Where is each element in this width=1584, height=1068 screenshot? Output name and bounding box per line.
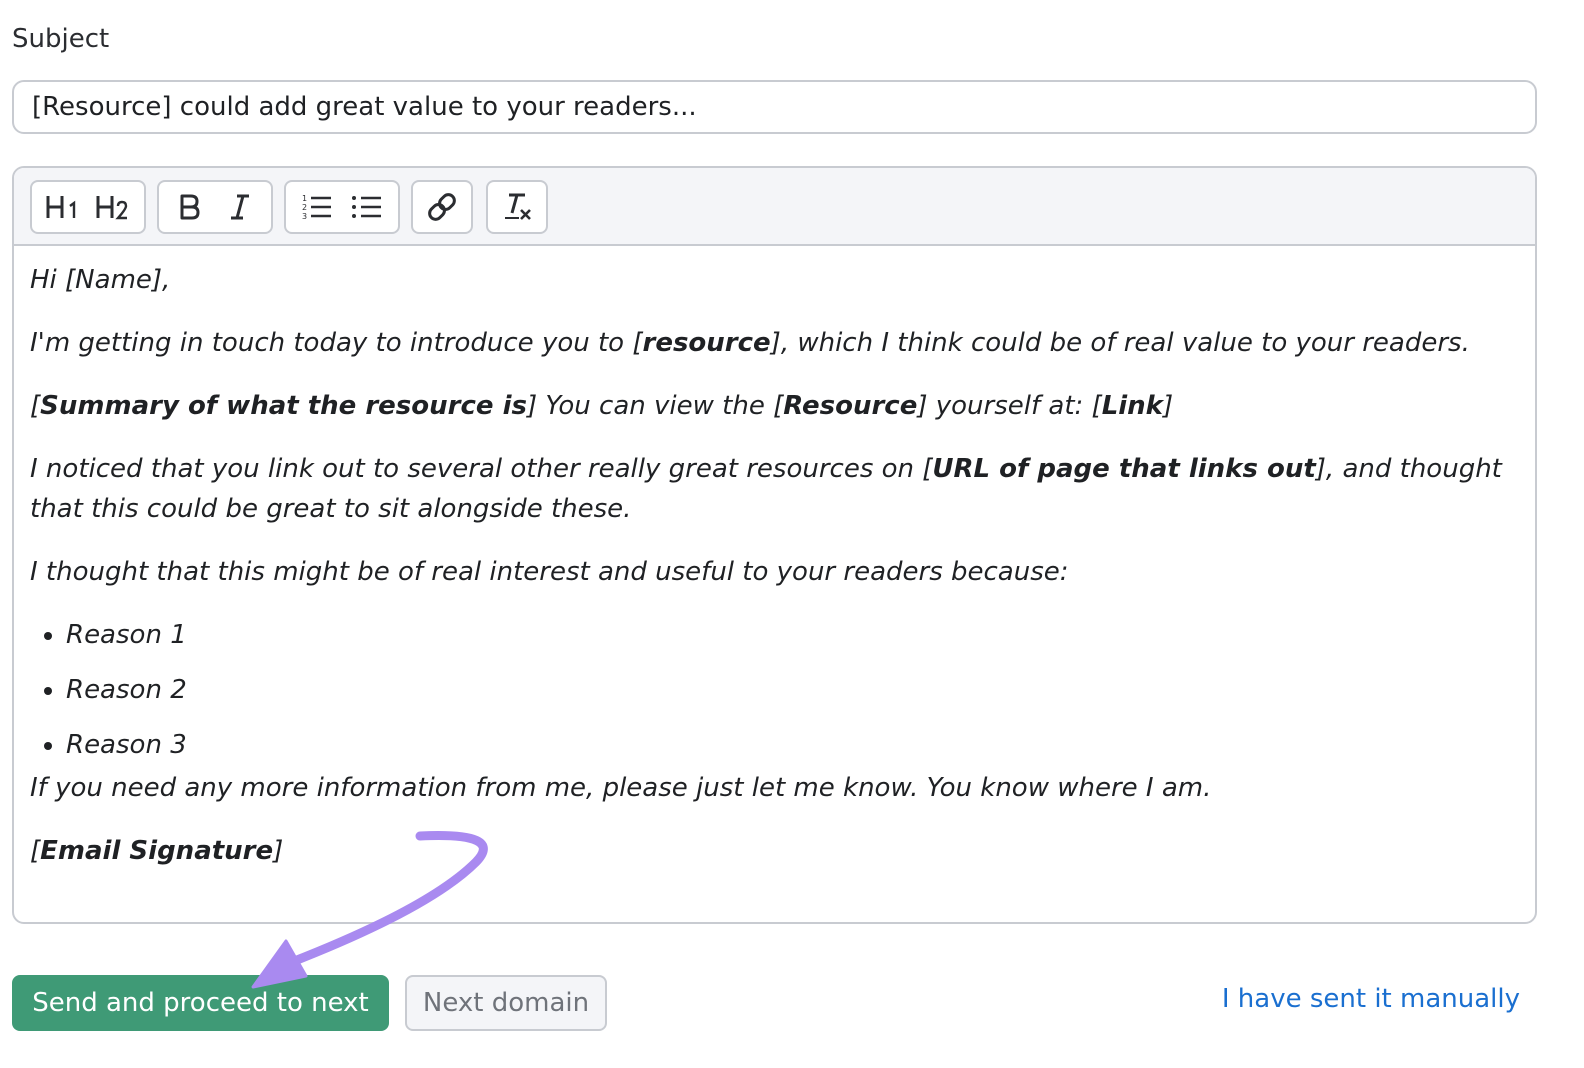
list-tool-group: 1 2 3 bbox=[284, 180, 400, 234]
italic-icon[interactable] bbox=[217, 184, 263, 230]
subject-label: Subject bbox=[12, 24, 110, 54]
svg-text:1: 1 bbox=[302, 194, 307, 203]
summary-paragraph: [Summary of what the resource is] You ca… bbox=[30, 391, 1174, 421]
closing-paragraph: If you need any more information from me… bbox=[30, 773, 1212, 803]
list-item: Reason 3 bbox=[66, 725, 1530, 765]
list-item: Reason 1 bbox=[66, 615, 1530, 655]
bullet-list-icon[interactable] bbox=[344, 184, 390, 230]
ordered-list-icon[interactable]: 1 2 3 bbox=[294, 184, 340, 230]
format-tool-group bbox=[157, 180, 273, 234]
intro-paragraph: I'm getting in touch today to introduce … bbox=[30, 328, 1470, 358]
clear-format-tool-group bbox=[486, 180, 548, 234]
heading-tool-group bbox=[30, 180, 146, 234]
svg-text:2: 2 bbox=[302, 203, 307, 212]
next-domain-button[interactable]: Next domain bbox=[405, 975, 607, 1031]
email-editor: 1 2 3 Hi [Name], I'm getting in touch to… bbox=[12, 166, 1537, 924]
svg-text:3: 3 bbox=[302, 212, 307, 221]
reasons-intro: I thought that this might be of real int… bbox=[30, 557, 1069, 587]
clear-format-icon[interactable] bbox=[494, 184, 540, 230]
list-item: Reason 2 bbox=[66, 670, 1530, 710]
send-and-proceed-button[interactable]: Send and proceed to next bbox=[12, 975, 389, 1031]
email-signature: [Email Signature] bbox=[30, 836, 284, 866]
h2-icon[interactable] bbox=[90, 184, 136, 230]
links-out-paragraph: I noticed that you link out to several o… bbox=[30, 454, 1502, 524]
link-tool-group bbox=[411, 180, 473, 234]
link-icon[interactable] bbox=[419, 184, 465, 230]
sent-manually-link[interactable]: I have sent it manually bbox=[1222, 984, 1520, 1014]
h1-icon[interactable] bbox=[40, 184, 86, 230]
subject-input[interactable] bbox=[12, 80, 1537, 134]
email-outreach-form: Subject [Resource] could add great value… bbox=[0, 0, 1584, 1068]
editor-toolbar: 1 2 3 bbox=[14, 168, 1535, 246]
bold-icon[interactable] bbox=[167, 184, 213, 230]
email-body[interactable]: Hi [Name], I'm getting in touch today to… bbox=[30, 260, 1530, 894]
greeting: Hi [Name], bbox=[30, 265, 171, 295]
reasons-list: Reason 1 Reason 2 Reason 3 bbox=[30, 615, 1530, 765]
